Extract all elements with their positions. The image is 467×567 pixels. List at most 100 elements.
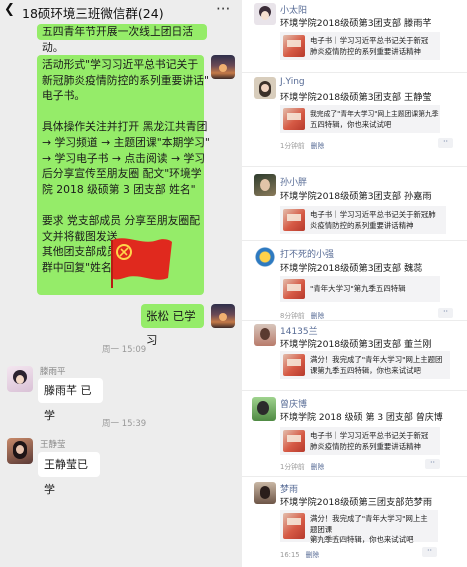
poster-name[interactable]: 打不死的小强: [280, 247, 334, 260]
divider: [242, 320, 467, 321]
avatar[interactable]: [254, 324, 276, 346]
delete-link[interactable]: 删除: [311, 463, 325, 471]
link-title: 电子书｜学习习近平总书记关于新冠 肺炎疫情防控的系列重要讲话精神: [310, 431, 436, 452]
comment-dots-icon[interactable]: ··: [438, 138, 453, 148]
chat-title-bar: ❮ 18硕环境三班微信群(24) ···: [0, 0, 242, 21]
avatar[interactable]: [7, 366, 33, 392]
link-thumbnail: [283, 279, 305, 299]
post-text: 环境学院2018级硕第3团支部 魏蕊: [280, 263, 423, 274]
poster-name[interactable]: 孙小胖: [280, 175, 307, 188]
post-time: 1分钟前: [280, 142, 305, 150]
link-card[interactable]: 满分！我完成了"青年大学习"网上主题团 课第九季五四特辑，你也来试试吧: [280, 351, 450, 379]
post-time: 8分钟前: [280, 312, 305, 320]
message-line: → 学习电子书 → 点击阅读 → 学习: [42, 151, 206, 165]
link-thumbnail: [283, 430, 305, 452]
post-text: 环境学院2018级硕第3团支部 滕雨芊: [280, 18, 432, 29]
post-text: 环境学院2018级硕第3团支部 孙嘉雨: [280, 191, 432, 202]
divider: [242, 390, 467, 391]
sender-name: 王静莹: [40, 440, 66, 450]
post-time: 1分钟前: [280, 463, 305, 471]
comment-dots-icon[interactable]: ··: [422, 547, 437, 557]
sender-name: 滕雨平: [40, 367, 66, 377]
message-text: 张松 已学习: [146, 309, 196, 347]
more-dots-icon[interactable]: ···: [216, 0, 230, 18]
link-title-line: 电子书｜学习习近平总书记关于新冠: [310, 36, 429, 45]
avatar[interactable]: [211, 55, 235, 79]
avatar[interactable]: [254, 174, 276, 196]
timestamp: 周一 15:39: [102, 419, 147, 429]
link-title-line: 课第九季五四特辑，你也来试试吧: [310, 365, 421, 375]
link-title-line: 电子书｜学习习近平总书记关于新冠肺: [310, 210, 436, 219]
avatar[interactable]: [211, 304, 235, 328]
poster-name[interactable]: 曾庆博: [280, 397, 307, 410]
avatar[interactable]: [254, 482, 276, 504]
link-title-line: 满分！我完成了"青年大学习"网上主题团: [310, 355, 443, 364]
avatar[interactable]: [254, 77, 276, 99]
message-line: 后分享宣传至朋友圈 配文"环境学: [42, 167, 202, 181]
divider: [242, 72, 467, 73]
message-line: 院 2018 级硕第 3 团支部 姓名": [42, 182, 196, 196]
link-title: "青年大学习"第九季五四特辑: [310, 284, 436, 295]
link-title: 电子书｜学习习近平总书记关于新冠 肺炎疫情防控的系列重要讲话精神: [310, 36, 436, 57]
comment-dots-icon[interactable]: ··: [438, 308, 453, 318]
link-card[interactable]: 电子书｜学习习近平总书记关于新冠 肺炎疫情防控的系列重要讲话精神: [280, 427, 440, 455]
poster-name[interactable]: J.Ying: [280, 77, 305, 87]
avatar[interactable]: [252, 397, 276, 421]
link-title-line: 肺炎疫情防控的系列重要讲话精神: [310, 441, 421, 451]
post-text: 环境学院2018级硕第三团支部范梦雨: [280, 497, 433, 508]
link-card[interactable]: 我完成了"青年大学习"网上主题团课第九季 五四特辑，你也来试试吧: [280, 105, 440, 133]
message-bubble[interactable]: 王静莹已学: [38, 452, 100, 496]
post-meta: 1分钟前 删除: [280, 461, 324, 471]
message-bubble[interactable]: 滕雨芊 已学: [38, 378, 103, 422]
divider: [242, 476, 467, 477]
post-text: 环境学院 2018 级硕 第 3 团支部 曾庆博: [280, 413, 443, 423]
message-line: 要求 党支部成员 分享至朋友圈配: [42, 213, 201, 227]
post-time: 16:15: [280, 551, 300, 559]
link-title-line: "青年大学习"第九季五四特辑: [310, 284, 406, 293]
message-text: 王静莹已学: [44, 458, 88, 496]
party-flag-icon: [111, 238, 172, 288]
avatar[interactable]: [7, 438, 33, 464]
link-card[interactable]: 电子书｜学习习近平总书记关于新冠肺 炎疫情防控的系列重要讲话精神: [280, 206, 446, 234]
link-title-line: 五四特辑，你也来试试吧: [310, 119, 392, 129]
message-line: 活动形式"学习习近平总书记关于: [42, 58, 199, 71]
link-thumbnail: [283, 513, 305, 539]
link-card[interactable]: 电子书｜学习习近平总书记关于新冠 肺炎疫情防控的系列重要讲话精神: [280, 32, 440, 60]
message-line: → 学习频道 → 主题团课"本期学习": [42, 135, 210, 149]
message-line: 具体操作关注并打开 黑龙江共青团: [42, 120, 208, 134]
message-line: [42, 197, 199, 213]
link-title-line: 电子书｜学习习近平总书记关于新冠: [310, 431, 429, 440]
link-title: 我完成了"青年大学习"网上主题团课第九季 五四特辑，你也来试试吧: [310, 109, 439, 130]
link-thumbnail: [283, 35, 305, 57]
message-line: 电子书。: [42, 89, 86, 103]
chat-title: 18硕环境三班微信群(24): [22, 6, 164, 21]
post-meta: 1分钟前 删除: [280, 140, 324, 150]
delete-link[interactable]: 删除: [311, 142, 325, 150]
divider: [242, 240, 467, 241]
link-card[interactable]: 满分！我完成了"青年大学习"网上主题团课 第九季五四特辑，你也来试试吧 dxx.…: [280, 510, 438, 544]
back-arrow-icon[interactable]: ❮: [4, 2, 15, 17]
post-text: 环境学院2018级硕第3团支部 王静莹: [280, 92, 432, 103]
avatar[interactable]: [254, 246, 276, 268]
chat-panel: ❮ 18硕环境三班微信群(24) ··· 五四青年节开展一次线上团日活动。 活动…: [0, 0, 242, 567]
link-thumbnail: [283, 209, 305, 231]
post-meta: 8分钟前 删除: [280, 310, 324, 320]
link-title-line: 我完成了"青年大学习"网上主题团课第九季: [310, 110, 439, 118]
link-domain: dxx.cyol.net: [310, 534, 350, 542]
message-line: 新冠肺炎疫情防控的系列重要讲话": [42, 73, 209, 87]
post-meta: 16:15 删除: [280, 549, 319, 559]
moments-panel: 小太阳 环境学院2018级硕第3团支部 滕雨芊 电子书｜学习习近平总书记关于新冠…: [242, 0, 467, 567]
delete-link[interactable]: 删除: [311, 312, 325, 320]
message-bubble[interactable]: 张松 已学习: [141, 304, 204, 347]
message-bubble[interactable]: 五四青年节开展一次线上团日活动。: [37, 24, 207, 54]
divider: [242, 166, 467, 167]
link-card[interactable]: "青年大学习"第九季五四特辑: [280, 276, 440, 302]
avatar[interactable]: [254, 3, 276, 25]
delete-link[interactable]: 删除: [306, 551, 320, 559]
message-text: 五四青年节开展一次线上团日活动。: [42, 25, 194, 54]
link-title: 满分！我完成了"青年大学习"网上主题团 课第九季五四特辑，你也来试试吧: [310, 355, 448, 376]
link-title: 电子书｜学习习近平总书记关于新冠肺 炎疫情防控的系列重要讲话精神: [310, 210, 442, 231]
link-thumbnail: [283, 108, 305, 130]
post-text: 环境学院2018级硕第3团支部 董兰刚: [280, 339, 432, 350]
comment-dots-icon[interactable]: ··: [425, 459, 440, 469]
